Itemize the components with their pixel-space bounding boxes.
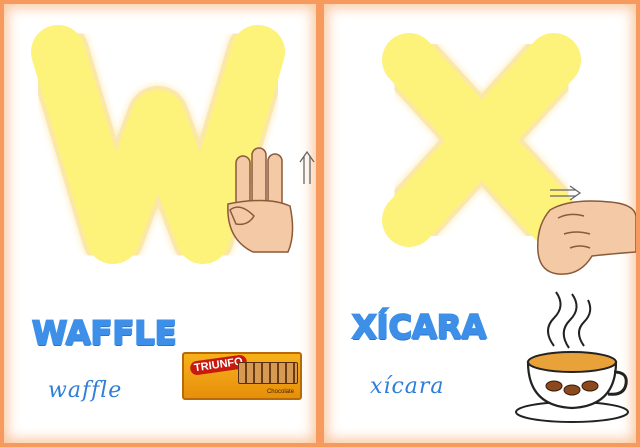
hand-sign-w-icon bbox=[218, 144, 316, 263]
word-xicara: XÍCARA bbox=[351, 307, 487, 347]
wafer-icon bbox=[238, 362, 298, 384]
cursive-word-xicara: xícara bbox=[370, 374, 445, 399]
hand-sign-x-icon bbox=[530, 182, 636, 281]
word-waffle: WAFFLE bbox=[31, 313, 178, 353]
card-letter-x: XÍCARA xícara bbox=[320, 0, 640, 447]
product-flavor: Chocolate bbox=[266, 389, 294, 395]
card-letter-w: WAFFLE waffle TRIUNFO Chocolate bbox=[0, 0, 320, 447]
coffee-cup-icon bbox=[514, 286, 629, 428]
cursive-word-waffle: waffle bbox=[48, 378, 123, 403]
waffle-package-image: TRIUNFO Chocolate bbox=[182, 352, 302, 400]
